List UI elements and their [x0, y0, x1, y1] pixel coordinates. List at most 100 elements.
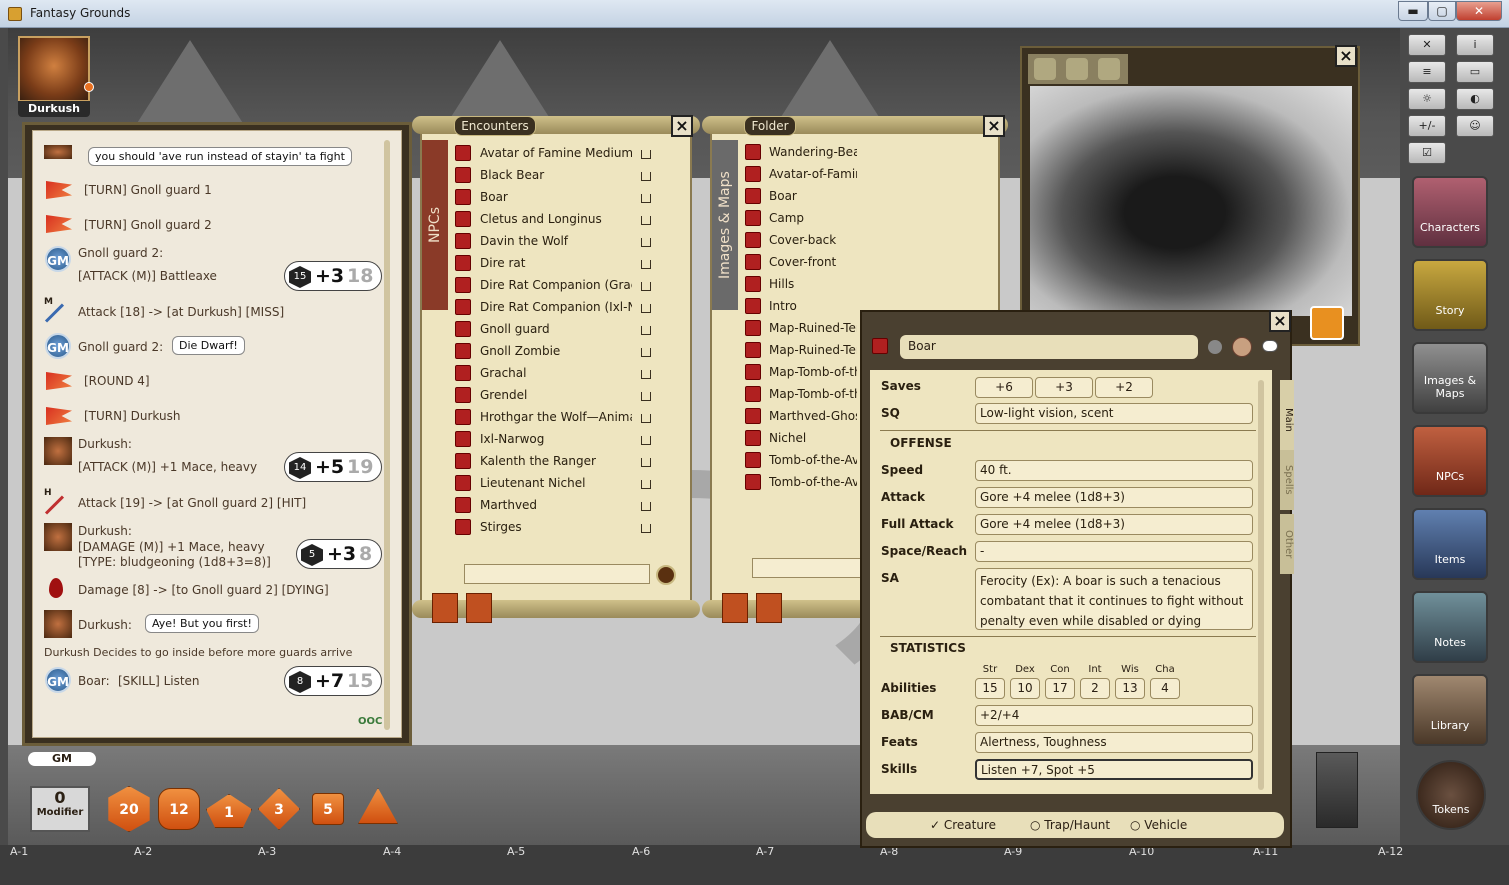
sidebar-npcs[interactable]: NPCs [1412, 425, 1488, 497]
book-icon[interactable] [641, 480, 651, 489]
close-icon[interactable]: × [1269, 310, 1291, 332]
book-icon[interactable] [641, 524, 651, 533]
images-side-tab[interactable]: Images & Maps [712, 140, 738, 310]
sidebar-library[interactable]: Library [1412, 674, 1488, 746]
eraser-icon[interactable] [1098, 58, 1120, 80]
book-icon[interactable] [641, 304, 651, 313]
book-icon[interactable] [641, 172, 651, 181]
image-list-item[interactable]: Marthved-Ghost [769, 409, 857, 423]
npcs-side-tab[interactable]: NPCs [422, 140, 448, 310]
image-list-item[interactable]: Map-Tomb-of-th [769, 387, 857, 401]
fort-save-field[interactable]: +6 [975, 377, 1033, 398]
info-icon[interactable]: i [1456, 34, 1494, 56]
close-icon[interactable]: × [983, 115, 1005, 137]
book-icon[interactable] [641, 436, 651, 445]
sheet-scrollbar[interactable] [1258, 380, 1264, 790]
image-list-item[interactable]: Nichel [769, 431, 857, 445]
image-list-item[interactable]: Boar [769, 189, 857, 203]
npc-list-item[interactable]: Black Bear [480, 168, 632, 182]
npc-list-item[interactable]: Hrothgar the Wolf—Animal [480, 410, 632, 424]
vehicle-option[interactable]: ○ Vehicle [1130, 818, 1187, 832]
npc-list-item[interactable]: Dire Rat Companion (Ixl-Na [480, 300, 632, 314]
image-list-item[interactable]: Cover-front [769, 255, 857, 269]
sun-moon-icon[interactable]: ☼ [1408, 88, 1446, 110]
image-list-item[interactable]: Tomb-of-the-Ava [769, 453, 857, 467]
ability-score-field[interactable]: 4 [1150, 678, 1180, 699]
book-icon[interactable] [641, 458, 651, 467]
sa-field[interactable]: Ferocity (Ex): A boar is such a tenaciou… [975, 568, 1253, 630]
images-filter-input[interactable] [752, 558, 862, 578]
image-list-item[interactable]: Map-Ruined-Ten [769, 343, 857, 357]
tab-main[interactable]: Main [1280, 380, 1294, 460]
character-portrait[interactable] [18, 36, 90, 102]
image-list-item[interactable]: Cover-back [769, 233, 857, 247]
npc-list-item[interactable]: Davin the Wolf [480, 234, 632, 248]
trap-option[interactable]: ○ Trap/Haunt [1030, 818, 1110, 832]
npc-list-item[interactable]: Dire Rat Companion (Gracha [480, 278, 632, 292]
palette-icon[interactable]: ◐ [1456, 88, 1494, 110]
d6-die[interactable]: 5 [312, 793, 344, 825]
npc-list-item[interactable]: Lieutenant Nichel [480, 476, 632, 490]
modifier-box[interactable]: 0 Modifier [30, 786, 90, 832]
npc-list-item[interactable]: Gnoll guard [480, 322, 632, 336]
image-list-item[interactable]: Avatar-of-Famine [769, 167, 857, 181]
import-npc-icon[interactable] [466, 593, 492, 623]
npc-name-field[interactable]: Boar [900, 335, 1198, 359]
chat-scrollbar[interactable] [384, 140, 390, 730]
npc-list-item[interactable]: Cletus and Longinus [480, 212, 632, 226]
mask-icon[interactable] [1034, 58, 1056, 80]
book-icon[interactable] [641, 194, 651, 203]
book-icon[interactable] [641, 502, 651, 511]
boar-image[interactable] [1030, 86, 1352, 316]
folder-tab[interactable]: Folder [744, 116, 796, 136]
npc-list-item[interactable]: Marthved [480, 498, 632, 512]
bab-field[interactable]: +2/+4 [975, 705, 1253, 726]
person-icon[interactable]: ☺ [1456, 115, 1494, 137]
tool-icon[interactable]: ✕ [1408, 34, 1446, 56]
skills-field[interactable]: Listen +7, Spot +5 [975, 759, 1253, 780]
sidebar-story[interactable]: Story [1412, 259, 1488, 331]
attack-field[interactable]: Gore +4 melee (1d8+3) [975, 487, 1253, 508]
tab-other[interactable]: Other [1280, 514, 1294, 574]
space-reach-field[interactable]: - [975, 541, 1253, 562]
list-icon[interactable]: ≡ [1408, 61, 1446, 83]
speed-field[interactable]: 40 ft. [975, 460, 1253, 481]
ooc-toggle[interactable]: OOC [358, 716, 382, 727]
sidebar-characters[interactable]: Characters [1412, 176, 1488, 248]
modifier-toggle[interactable]: +/- [1408, 115, 1446, 137]
image-list-item[interactable]: Camp [769, 211, 857, 225]
book-icon[interactable] [641, 348, 651, 357]
d12-die[interactable]: 12 [158, 788, 200, 830]
book-icon[interactable] [641, 216, 651, 225]
book-icon[interactable] [641, 238, 651, 247]
book-icon[interactable] [641, 326, 651, 335]
image-list-item[interactable]: Map-Tomb-of-th [769, 365, 857, 379]
book-icon[interactable] [641, 414, 651, 423]
share-icon[interactable] [1310, 306, 1344, 340]
sidebar-items[interactable]: Items [1412, 508, 1488, 580]
sq-field[interactable]: Low-light vision, scent [975, 403, 1253, 424]
checkbox-icon[interactable]: ☑ [1408, 142, 1446, 164]
will-save-field[interactable]: +2 [1095, 377, 1153, 398]
sidebar-notes[interactable]: Notes [1412, 591, 1488, 663]
speech-icon[interactable] [1262, 340, 1278, 352]
book-icon[interactable] [641, 392, 651, 401]
ability-score-field[interactable]: 15 [975, 678, 1005, 699]
close-window-button[interactable]: ✕ [1456, 1, 1502, 21]
npc-list-item[interactable]: Ixl-Narwog [480, 432, 632, 446]
creature-option[interactable]: ✓ Creature [930, 818, 996, 832]
npc-list-item[interactable]: Stirges [480, 520, 632, 534]
book-icon[interactable] [641, 260, 651, 269]
maximize-button[interactable]: ▢ [1428, 1, 1456, 21]
npc-list-item[interactable]: Dire rat [480, 256, 632, 270]
image-list-item[interactable]: Tomb-of-the-Ava [769, 475, 857, 489]
close-icon[interactable]: × [1335, 45, 1357, 67]
sidebar-tokens[interactable]: Tokens [1416, 760, 1486, 830]
npc-list-item[interactable]: Grendel [480, 388, 632, 402]
feats-field[interactable]: Alertness, Toughness [975, 732, 1253, 753]
book-icon[interactable]: ▭ [1456, 61, 1494, 83]
encounters-tab[interactable]: Encounters [454, 116, 536, 136]
book-icon[interactable] [641, 282, 651, 291]
add-npc-icon[interactable] [432, 593, 458, 623]
ability-score-field[interactable]: 2 [1080, 678, 1110, 699]
